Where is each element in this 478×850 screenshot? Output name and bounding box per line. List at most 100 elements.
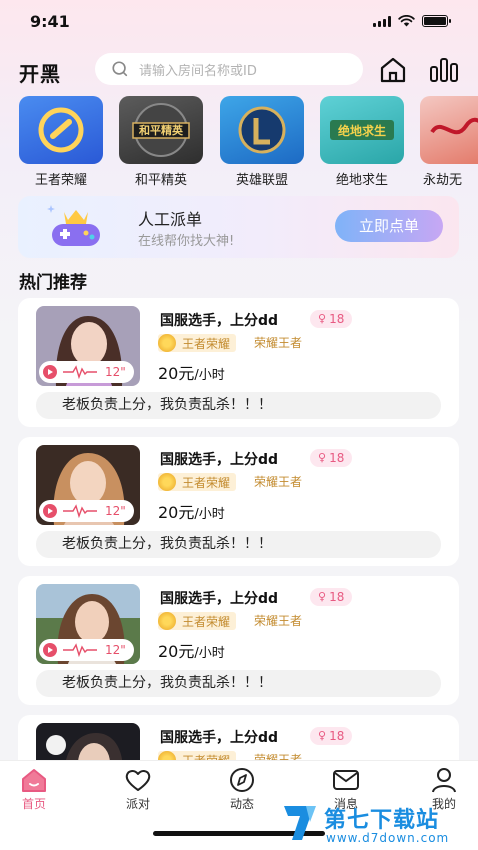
watermark-logo: [284, 806, 316, 840]
price-value: 20元: [158, 364, 195, 383]
avatar[interactable]: 12": [36, 584, 140, 664]
player-name: 国服选手，上分dd: [160, 591, 279, 607]
game-list: 王者荣耀 和平精英 和平精英 英雄联盟 绝地求生 绝地求生 永劫无: [18, 96, 478, 188]
bar-chart-icon[interactable]: [428, 55, 460, 85]
game-label: 英雄联盟: [235, 173, 288, 188]
waveform-icon: [63, 643, 97, 657]
wifi-icon: [398, 15, 415, 27]
watermark-url: www.d7down.com: [326, 831, 450, 845]
play-icon: [43, 504, 57, 518]
status-time: 9:41: [30, 12, 70, 31]
game-tile-text: 和平精英: [139, 124, 183, 137]
player-name: 国服选手，上分dd: [160, 730, 279, 746]
player-card[interactable]: 12" 国服选手，上分dd ♀ 18 王者荣耀 荣耀王者 20元/小时 老板负责上…: [18, 576, 459, 705]
heart-icon: [125, 770, 151, 791]
battery-icon: [422, 15, 451, 27]
game-tag-icon: [158, 473, 176, 491]
game-item-hpjy[interactable]: 和平精英 和平精英: [118, 96, 204, 188]
game-tag-icon: [158, 612, 176, 630]
app-logo: 开黑: [19, 62, 61, 86]
play-icon: [43, 365, 57, 379]
price: 20元/小时: [158, 360, 225, 384]
female-icon: ♀: [318, 451, 327, 464]
voice-intro[interactable]: 12": [39, 500, 134, 522]
dispatch-banner[interactable]: 人工派单 在线帮你找大神! 立即点单: [18, 196, 459, 258]
banner-title: 人工派单: [138, 210, 203, 229]
price-value: 20元: [158, 503, 195, 522]
game-label: 绝地求生: [335, 173, 388, 188]
game-tag-icon: [158, 334, 176, 352]
voice-duration: 12": [105, 504, 126, 518]
play-icon: [43, 643, 57, 657]
game-item-pubg[interactable]: 绝地求生 绝地求生: [319, 96, 405, 188]
player-motto: 老板负责上分，我负责乱杀！！！: [36, 531, 441, 558]
avatar[interactable]: 12": [36, 306, 140, 386]
game-tag: 王者荣耀: [158, 334, 237, 352]
age-value: 18: [329, 729, 345, 743]
price-unit: /小时: [194, 507, 225, 522]
user-icon: [432, 768, 456, 793]
game-item-wzry[interactable]: 王者荣耀: [18, 96, 104, 188]
game-logo-icon: [238, 106, 286, 154]
player-card[interactable]: 12" 国服选手，上分dd ♀ 18 王者荣耀 荣耀王者 20元/小时 老板负责上…: [18, 298, 459, 427]
tab-home[interactable]: 首页: [4, 767, 64, 812]
status-icons: [373, 15, 451, 27]
banner-subtitle: 在线帮你找大神!: [138, 234, 235, 249]
tab-label: 首页: [21, 797, 46, 811]
game-tile-text: 绝地求生: [337, 124, 386, 138]
game-item-lol[interactable]: 英雄联盟: [219, 96, 305, 188]
gamepad-crown-icon: [47, 205, 100, 246]
search-icon: [112, 61, 128, 77]
voice-duration: 12": [105, 365, 126, 379]
avatar[interactable]: 12": [36, 445, 140, 525]
game-tag-text: 王者荣耀: [182, 336, 231, 351]
home-icon[interactable]: [378, 55, 408, 85]
waveform-icon: [63, 504, 97, 518]
price: 20元/小时: [158, 638, 225, 662]
price-unit: /小时: [194, 368, 225, 383]
waveform-icon: [63, 365, 97, 379]
search-input[interactable]: 请输入房间名称或ID: [95, 53, 363, 85]
voice-intro[interactable]: 12": [39, 361, 134, 383]
header: 开黑 请输入房间名称或ID: [0, 50, 478, 90]
game-label: 王者荣耀: [34, 173, 87, 188]
game-item-yjwj[interactable]: 永劫无: [419, 96, 478, 188]
tab-feed[interactable]: 动态: [212, 767, 272, 812]
price-value: 20元: [158, 642, 195, 661]
game-logo-icon: [430, 117, 478, 135]
player-name: 国服选手，上分dd: [160, 452, 279, 468]
status-bar: 9:41: [0, 0, 478, 44]
game-tile: [220, 96, 304, 164]
player-motto: 老板负责上分，我负责乱杀！！！: [36, 392, 441, 419]
player-name: 国服选手，上分dd: [160, 313, 279, 329]
game-tile: [420, 96, 478, 164]
tab-party[interactable]: 派对: [108, 767, 168, 812]
age-badge: ♀ 18: [310, 588, 353, 606]
rank-tag: 荣耀王者: [254, 475, 303, 489]
player-card[interactable]: 12" 国服选手，上分dd ♀ 18 王者荣耀 荣耀王者 20元/小时 老板负责上…: [18, 437, 459, 566]
tab-label: 派对: [125, 797, 150, 811]
mail-icon: [333, 770, 359, 790]
section-title: 热门推荐: [19, 273, 87, 293]
price-unit: /小时: [194, 646, 225, 661]
signal-icon: [373, 15, 391, 27]
rank-tag: 荣耀王者: [254, 614, 303, 628]
age-badge: ♀ 18: [310, 310, 353, 328]
female-icon: ♀: [318, 312, 327, 325]
game-tile: 和平精英: [119, 96, 203, 164]
tab-label: 动态: [229, 797, 254, 811]
female-icon: ♀: [318, 729, 327, 742]
compass-icon: [230, 768, 254, 792]
game-tile: [19, 96, 103, 164]
game-tile: 绝地求生: [320, 96, 404, 164]
order-now-button[interactable]: 立即点单: [335, 210, 443, 242]
age-value: 18: [329, 451, 345, 465]
price: 20元/小时: [158, 499, 225, 523]
game-label: 永劫无: [423, 173, 463, 188]
game-tag: 王者荣耀: [158, 473, 237, 491]
rank-tag: 荣耀王者: [254, 336, 303, 350]
age-value: 18: [329, 312, 345, 326]
voice-intro[interactable]: 12": [39, 639, 134, 661]
game-tag: 王者荣耀: [158, 612, 237, 630]
game-tag-text: 王者荣耀: [182, 475, 231, 490]
